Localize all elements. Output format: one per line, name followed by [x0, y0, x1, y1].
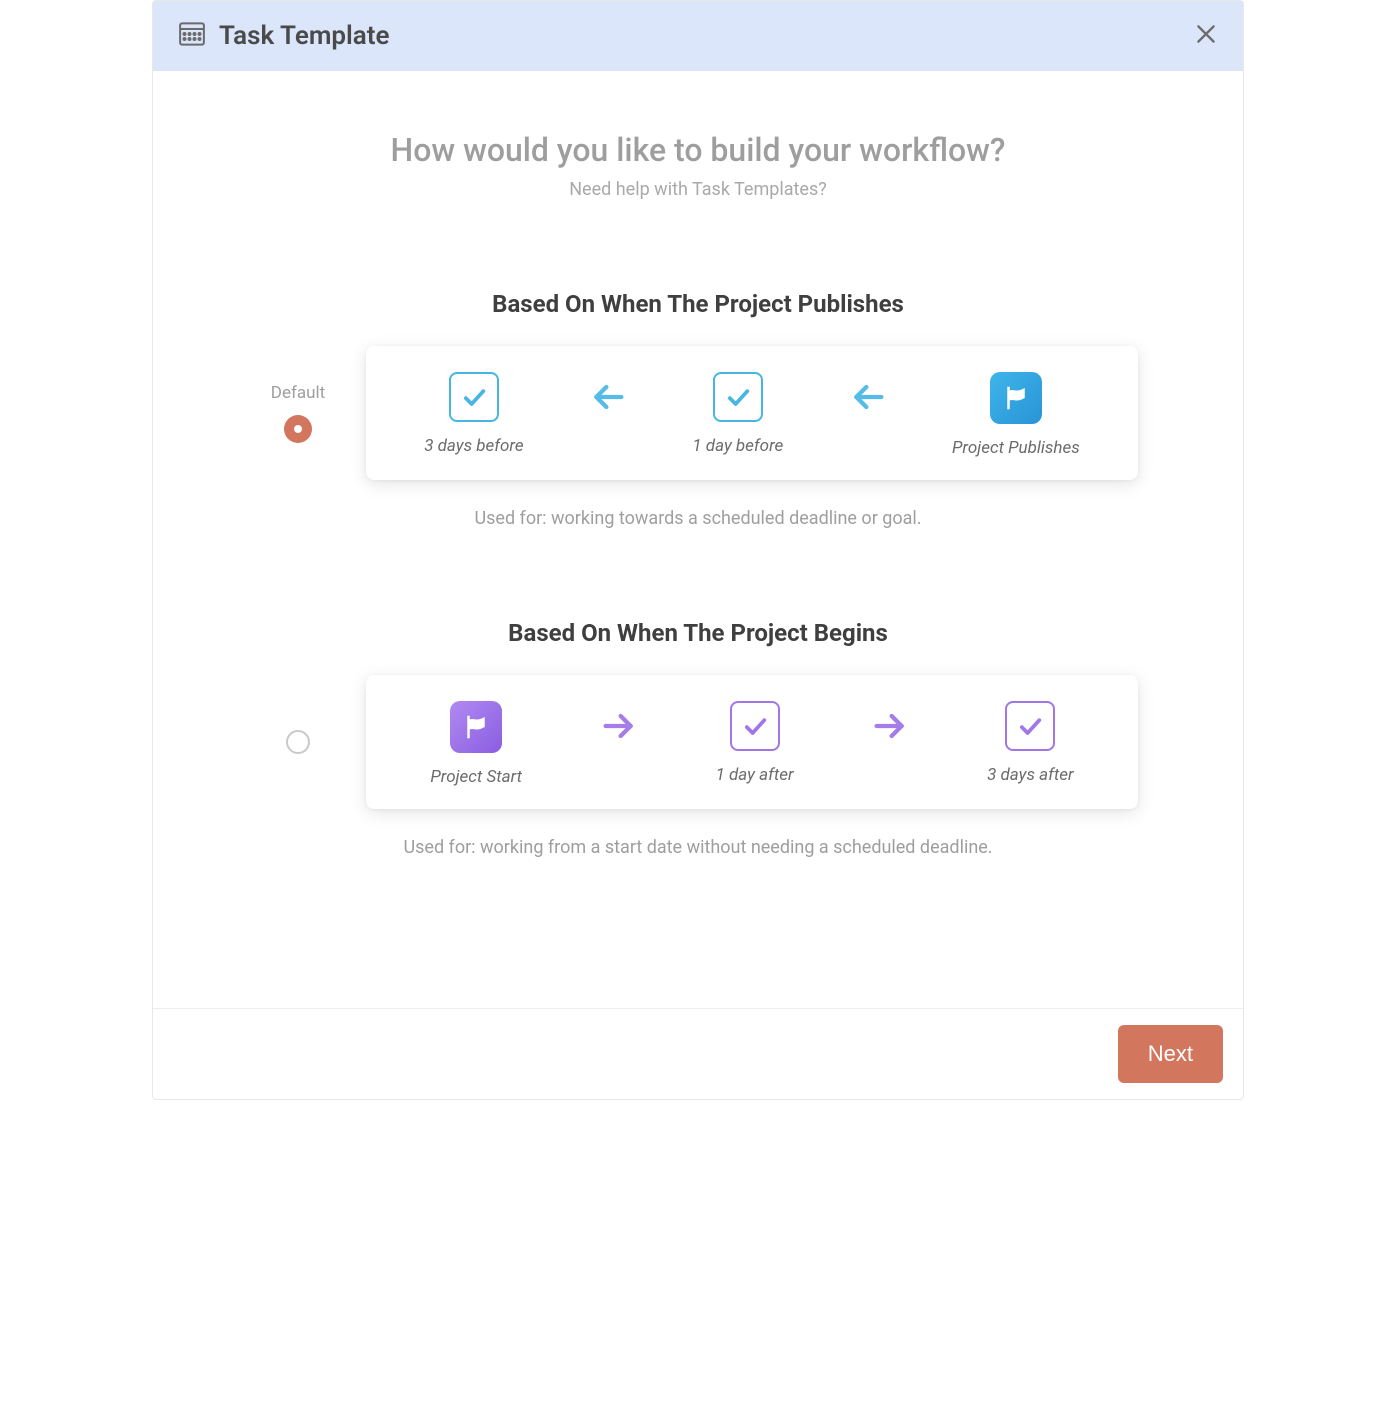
begin-step-project-start: Project Start	[430, 701, 522, 787]
begin-step-label: 1 day after	[716, 765, 794, 785]
option-publish: Based On When The Project Publishes Defa…	[258, 290, 1138, 529]
close-icon[interactable]	[1193, 21, 1219, 51]
radio-dot-icon	[294, 425, 302, 433]
header-left: Task Template	[177, 19, 390, 53]
option-publish-card[interactable]: 3 days before 1 day before	[366, 346, 1138, 480]
main-heading: How would you like to build your workflo…	[391, 131, 1006, 169]
begin-step-3-days-after: 3 days after	[987, 701, 1074, 785]
publish-step-3-days-before: 3 days before	[424, 372, 523, 456]
dialog-content: How would you like to build your workflo…	[153, 71, 1243, 1008]
flag-icon	[990, 372, 1042, 424]
begin-step-label: Project Start	[430, 767, 522, 787]
next-button[interactable]: Next	[1118, 1025, 1223, 1083]
option-begin-radio-col	[258, 730, 338, 754]
option-publish-desc: Used for: working towards a scheduled de…	[258, 508, 1138, 529]
arrow-left-icon	[848, 372, 888, 422]
publish-step-label: 3 days before	[424, 436, 523, 456]
help-link[interactable]: Need help with Task Templates?	[569, 179, 827, 200]
option-begin-title: Based On When The Project Begins	[258, 619, 1138, 647]
check-icon	[713, 372, 763, 422]
default-label: Default	[271, 383, 325, 403]
publish-step-project-publishes: Project Publishes	[952, 372, 1080, 458]
option-begin-card[interactable]: Project Start 1 day after	[366, 675, 1138, 809]
publish-step-label: 1 day before	[692, 436, 783, 456]
publish-step-label: Project Publishes	[952, 438, 1080, 458]
option-begin-radio[interactable]	[286, 730, 310, 754]
template-icon	[177, 19, 207, 53]
dialog-title: Task Template	[219, 21, 390, 51]
check-icon	[449, 372, 499, 422]
arrow-left-icon	[588, 372, 628, 422]
flag-icon	[450, 701, 502, 753]
arrow-right-icon	[870, 701, 910, 751]
option-publish-radio-col: Default	[258, 383, 338, 443]
publish-step-1-day-before: 1 day before	[692, 372, 783, 456]
option-publish-radio[interactable]	[284, 415, 312, 443]
arrow-right-icon	[599, 701, 639, 751]
begin-step-label: 3 days after	[987, 765, 1074, 785]
option-begin-row: Project Start 1 day after	[258, 675, 1138, 809]
check-icon	[730, 701, 780, 751]
option-begin-desc: Used for: working from a start date with…	[258, 837, 1138, 858]
dialog-header: Task Template	[153, 1, 1243, 71]
begin-step-1-day-after: 1 day after	[716, 701, 794, 785]
check-icon	[1005, 701, 1055, 751]
option-begin: Based On When The Project Begins Project…	[258, 619, 1138, 858]
option-publish-row: Default 3 days before	[258, 346, 1138, 480]
option-publish-title: Based On When The Project Publishes	[258, 290, 1138, 318]
dialog-footer: Next	[153, 1008, 1243, 1099]
